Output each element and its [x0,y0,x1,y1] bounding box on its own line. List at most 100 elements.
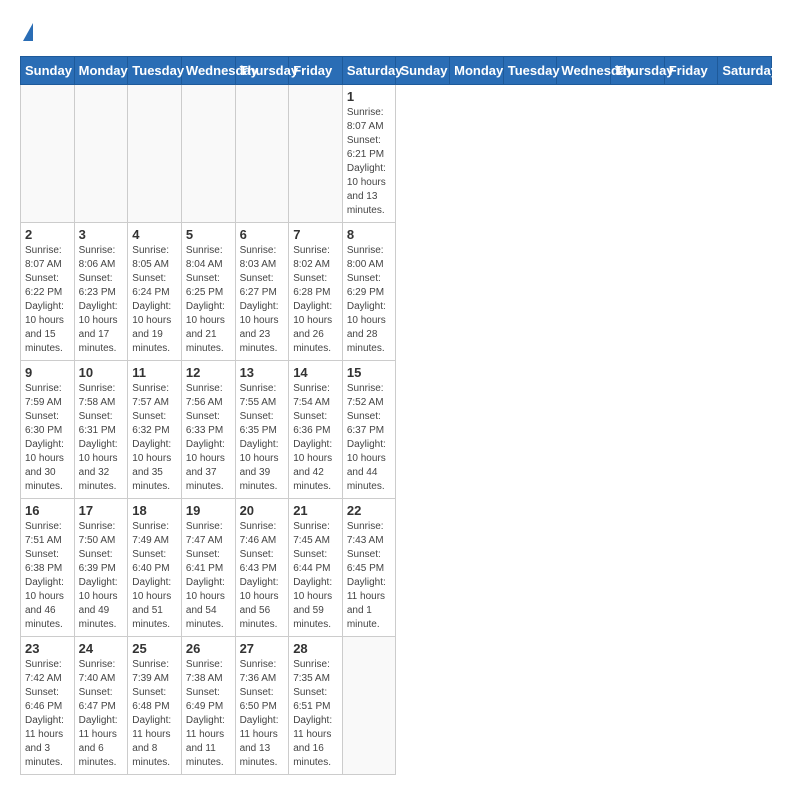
weekday-header: Thursday [611,57,665,85]
day-info: Sunrise: 8:00 AM Sunset: 6:29 PM Dayligh… [347,244,392,356]
calendar-cell: 13 Sunrise: 7:55 AM Sunset: 6:35 PM Dayli… [235,361,289,499]
calendar-cell [21,85,75,223]
calendar-cell: 26 Sunrise: 7:38 AM Sunset: 6:49 PM Dayli… [181,637,235,775]
calendar-week-row: 2 Sunrise: 8:07 AM Sunset: 6:22 PM Daylig… [21,223,772,361]
calendar-header-row: SundayMondayTuesdayWednesdayThursdayFrid… [21,57,772,85]
calendar-cell: 17 Sunrise: 7:50 AM Sunset: 6:39 PM Dayli… [74,499,128,637]
day-number: 25 [132,641,177,656]
calendar-cell: 2 Sunrise: 8:07 AM Sunset: 6:22 PM Daylig… [21,223,75,361]
calendar-week-row: 1 Sunrise: 8:07 AM Sunset: 6:21 PM Daylig… [21,85,772,223]
day-info: Sunrise: 7:42 AM Sunset: 6:46 PM Dayligh… [25,658,70,770]
weekday-header: Wednesday [557,57,611,85]
day-number: 13 [240,365,285,380]
day-info: Sunrise: 7:43 AM Sunset: 6:45 PM Dayligh… [347,520,392,632]
day-info: Sunrise: 7:58 AM Sunset: 6:31 PM Dayligh… [79,382,124,494]
day-number: 27 [240,641,285,656]
logo [20,20,33,46]
day-info: Sunrise: 8:05 AM Sunset: 6:24 PM Dayligh… [132,244,177,356]
day-info: Sunrise: 7:51 AM Sunset: 6:38 PM Dayligh… [25,520,70,632]
calendar-day-header: Monday [74,57,128,85]
calendar-week-row: 9 Sunrise: 7:59 AM Sunset: 6:30 PM Daylig… [21,361,772,499]
day-info: Sunrise: 7:50 AM Sunset: 6:39 PM Dayligh… [79,520,124,632]
day-number: 16 [25,503,70,518]
calendar-cell: 9 Sunrise: 7:59 AM Sunset: 6:30 PM Daylig… [21,361,75,499]
calendar-cell [342,637,396,775]
day-number: 8 [347,227,392,242]
calendar-table: SundayMondayTuesdayWednesdayThursdayFrid… [20,56,772,775]
calendar-day-header: Friday [289,57,343,85]
calendar-cell: 20Sunrise: 7:46 AM Sunset: 6:43 PM Dayli… [235,499,289,637]
day-number: 14 [293,365,338,380]
weekday-header: Tuesday [503,57,557,85]
weekday-header: Saturday [718,57,772,85]
day-number: 4 [132,227,177,242]
day-number: 11 [132,365,177,380]
calendar-cell: 8 Sunrise: 8:00 AM Sunset: 6:29 PM Daylig… [342,223,396,361]
day-info: Sunrise: 7:35 AM Sunset: 6:51 PM Dayligh… [293,658,338,770]
day-number: 2 [25,227,70,242]
calendar-cell [181,85,235,223]
calendar-cell: 6 Sunrise: 8:03 AM Sunset: 6:27 PM Daylig… [235,223,289,361]
day-number: 28 [293,641,338,656]
calendar-week-row: 23 Sunrise: 7:42 AM Sunset: 6:46 PM Dayli… [21,637,772,775]
calendar-cell: 14 Sunrise: 7:54 AM Sunset: 6:36 PM Dayli… [289,361,343,499]
logo-triangle-icon [23,23,33,41]
day-number: 19 [186,503,231,518]
day-info: Sunrise: 7:54 AM Sunset: 6:36 PM Dayligh… [293,382,338,494]
calendar-cell: 22 Sunrise: 7:43 AM Sunset: 6:45 PM Dayli… [342,499,396,637]
day-number: 18 [132,503,177,518]
calendar-day-header: Thursday [235,57,289,85]
calendar-cell: 16 Sunrise: 7:51 AM Sunset: 6:38 PM Dayli… [21,499,75,637]
day-info: Sunrise: 7:47 AM Sunset: 6:41 PM Dayligh… [186,520,231,632]
day-info: Sunrise: 8:04 AM Sunset: 6:25 PM Dayligh… [186,244,231,356]
calendar-cell: 24 Sunrise: 7:40 AM Sunset: 6:47 PM Dayli… [74,637,128,775]
day-number: 1 [347,89,392,104]
calendar-cell [235,85,289,223]
calendar-cell: 25 Sunrise: 7:39 AM Sunset: 6:48 PM Dayli… [128,637,182,775]
calendar-cell: 12 Sunrise: 7:56 AM Sunset: 6:33 PM Dayli… [181,361,235,499]
calendar-cell: 23 Sunrise: 7:42 AM Sunset: 6:46 PM Dayli… [21,637,75,775]
weekday-header: Monday [450,57,504,85]
day-info: Sunrise: 7:57 AM Sunset: 6:32 PM Dayligh… [132,382,177,494]
day-info: Sunrise: 7:39 AM Sunset: 6:48 PM Dayligh… [132,658,177,770]
day-number: 6 [240,227,285,242]
day-info: Sunrise: 8:07 AM Sunset: 6:21 PM Dayligh… [347,106,392,218]
day-number: 9 [25,365,70,380]
calendar-day-header: Tuesday [128,57,182,85]
page-header [20,20,772,46]
day-number: 23 [25,641,70,656]
calendar-cell: 10 Sunrise: 7:58 AM Sunset: 6:31 PM Dayli… [74,361,128,499]
calendar-cell [74,85,128,223]
day-number: 26 [186,641,231,656]
day-number: 22 [347,503,392,518]
day-info: Sunrise: 8:06 AM Sunset: 6:23 PM Dayligh… [79,244,124,356]
calendar-cell: 21Sunrise: 7:45 AM Sunset: 6:44 PM Dayli… [289,499,343,637]
calendar-cell: 4 Sunrise: 8:05 AM Sunset: 6:24 PM Daylig… [128,223,182,361]
day-number: 17 [79,503,124,518]
day-number: 3 [79,227,124,242]
day-info: Sunrise: 7:38 AM Sunset: 6:49 PM Dayligh… [186,658,231,770]
day-number: 15 [347,365,392,380]
day-number: 24 [79,641,124,656]
day-info: Sunrise: 7:52 AM Sunset: 6:37 PM Dayligh… [347,382,392,494]
calendar-week-row: 16 Sunrise: 7:51 AM Sunset: 6:38 PM Dayli… [21,499,772,637]
day-number: 10 [79,365,124,380]
calendar-cell: 1 Sunrise: 8:07 AM Sunset: 6:21 PM Daylig… [342,85,396,223]
calendar-cell: 11 Sunrise: 7:57 AM Sunset: 6:32 PM Dayli… [128,361,182,499]
day-info: Sunrise: 8:07 AM Sunset: 6:22 PM Dayligh… [25,244,70,356]
day-info: Sunrise: 8:03 AM Sunset: 6:27 PM Dayligh… [240,244,285,356]
day-number: 12 [186,365,231,380]
weekday-header: Friday [664,57,718,85]
day-info: Sunrise: 7:46 AM Sunset: 6:43 PM Dayligh… [240,520,285,632]
day-info: Sunrise: 7:55 AM Sunset: 6:35 PM Dayligh… [240,382,285,494]
calendar-cell: 28 Sunrise: 7:35 AM Sunset: 6:51 PM Dayli… [289,637,343,775]
day-number: 7 [293,227,338,242]
calendar-cell: 18 Sunrise: 7:49 AM Sunset: 6:40 PM Dayli… [128,499,182,637]
day-info: Sunrise: 7:40 AM Sunset: 6:47 PM Dayligh… [79,658,124,770]
day-number: 21 [293,503,338,518]
day-info: Sunrise: 7:59 AM Sunset: 6:30 PM Dayligh… [25,382,70,494]
calendar-cell: 27Sunrise: 7:36 AM Sunset: 6:50 PM Dayli… [235,637,289,775]
calendar-cell: 15 Sunrise: 7:52 AM Sunset: 6:37 PM Dayli… [342,361,396,499]
day-info: Sunrise: 7:56 AM Sunset: 6:33 PM Dayligh… [186,382,231,494]
day-info: Sunrise: 7:49 AM Sunset: 6:40 PM Dayligh… [132,520,177,632]
